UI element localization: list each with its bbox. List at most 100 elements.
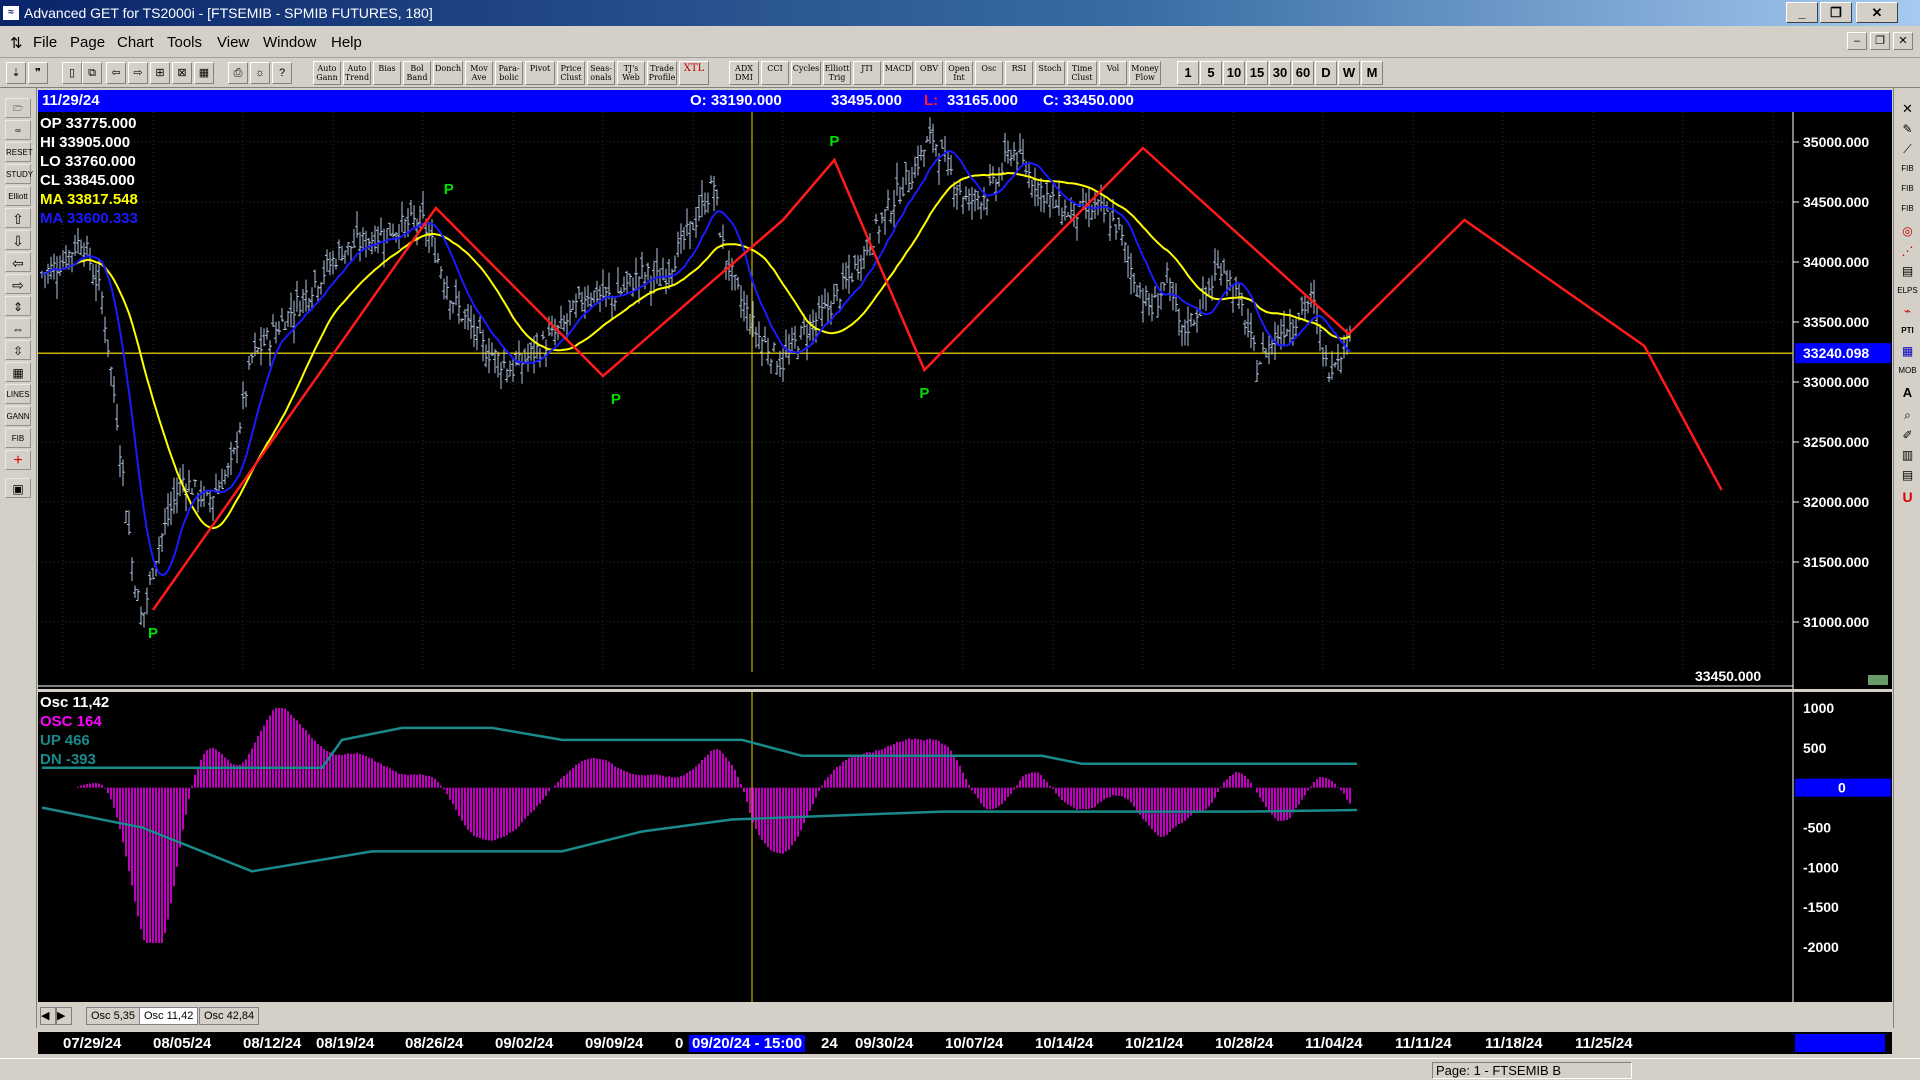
- magnify-icon[interactable]: ⌕: [1897, 406, 1918, 424]
- back-icon[interactable]: ⇦: [106, 62, 126, 84]
- reset-icon[interactable]: RESET: [5, 142, 33, 162]
- fib-icon[interactable]: FIB: [5, 428, 31, 448]
- tool-auto-gann[interactable]: Auto Gann: [313, 61, 341, 85]
- channel-icon[interactable]: ▤: [1897, 262, 1918, 280]
- tab-osc-42-84[interactable]: Osc 42,84: [199, 1007, 260, 1025]
- tool-donch[interactable]: Donch: [433, 61, 463, 85]
- elliott-icon[interactable]: Elliott: [5, 186, 31, 206]
- ellipse-icon[interactable]: ELPS: [1897, 282, 1918, 300]
- gann-icon[interactable]: GANN: [5, 406, 31, 426]
- table-icon[interactable]: ▦: [5, 362, 31, 382]
- tool-osc[interactable]: Osc: [975, 61, 1003, 85]
- notes-icon[interactable]: ▤: [1897, 466, 1918, 484]
- print-icon[interactable]: ⎙: [228, 62, 248, 84]
- trendline-icon[interactable]: ⟋: [1897, 140, 1918, 158]
- spiral-icon[interactable]: ◎: [1897, 222, 1918, 240]
- menu-chart[interactable]: Chart: [117, 34, 154, 51]
- menu-help[interactable]: Help: [331, 34, 362, 51]
- tool-adx-dmi[interactable]: ADX DMI: [729, 61, 759, 85]
- mdi-close-button[interactable]: ✕: [1893, 32, 1913, 50]
- tool-obv[interactable]: OBV: [915, 61, 943, 85]
- tool-cci[interactable]: CCI: [761, 61, 789, 85]
- tool-tjs-web[interactable]: TJ's Web: [617, 61, 645, 85]
- marker-icon[interactable]: ✐: [1897, 426, 1918, 444]
- help-icon[interactable]: ?: [272, 62, 292, 84]
- oscillator-panel[interactable]: 1000 500 0 -500 -1000 -1500 -2000 Osc 11,42 OS…: [38, 692, 1892, 1002]
- grid-icon[interactable]: ▦: [194, 62, 214, 84]
- tool-price-clust[interactable]: Price Clust: [557, 61, 585, 85]
- calculator-icon[interactable]: ▥: [1897, 446, 1918, 464]
- tool-parabolic[interactable]: Para- bolic: [495, 61, 523, 85]
- new-page-icon[interactable]: ▯: [62, 62, 82, 84]
- price-chart-svg[interactable]: 35000.000 34500.000 34000.000 33500.000 3300…: [38, 112, 1892, 689]
- tool-open-int[interactable]: Open Int: [945, 61, 973, 85]
- tool-bol-band[interactable]: Bol Band: [403, 61, 431, 85]
- pti-icon[interactable]: PTI: [1897, 322, 1918, 340]
- price-chart[interactable]: 35000.000 34500.000 34000.000 33500.000 3300…: [38, 112, 1892, 689]
- mdi-minimize-button[interactable]: –: [1847, 32, 1867, 50]
- grid-tool-icon[interactable]: ▦: [1897, 342, 1918, 360]
- app-menu-icon[interactable]: ⇅: [10, 34, 23, 52]
- menu-page[interactable]: Page: [70, 34, 105, 51]
- tool-rsi[interactable]: RSI: [1005, 61, 1033, 85]
- tool-vol[interactable]: Vol: [1099, 61, 1127, 85]
- fib-ret-icon[interactable]: FIB: [1897, 160, 1918, 178]
- timeframe-5[interactable]: 5: [1200, 61, 1222, 85]
- maximize-button[interactable]: ❐: [1820, 2, 1852, 23]
- arrow-right-icon[interactable]: ⇨: [5, 274, 31, 294]
- tool-jti[interactable]: JTI: [853, 61, 881, 85]
- arrow-left-icon[interactable]: ⇦: [5, 252, 31, 272]
- settings-icon[interactable]: ▣: [5, 478, 31, 498]
- tool-mov-ave[interactable]: Mov Ave: [465, 61, 493, 85]
- menu-view[interactable]: View: [217, 34, 249, 51]
- tool-bias[interactable]: Bias: [373, 61, 401, 85]
- minimize-button[interactable]: _: [1786, 2, 1818, 23]
- mob-icon[interactable]: MOB: [1897, 362, 1918, 380]
- binoculars-icon[interactable]: ∞: [5, 120, 31, 140]
- delete-icon[interactable]: ⊠: [172, 62, 192, 84]
- window-icon[interactable]: ⊞: [150, 62, 170, 84]
- tool-pivot[interactable]: Pivot: [525, 61, 555, 85]
- forward-icon[interactable]: ⇨: [128, 62, 148, 84]
- tool-stoch[interactable]: Stoch: [1035, 61, 1065, 85]
- tool-time-clust[interactable]: Time Clust: [1067, 61, 1097, 85]
- compress-icon[interactable]: ⇕: [5, 296, 31, 316]
- pin-icon[interactable]: ⇣: [6, 62, 26, 84]
- menu-window[interactable]: Window: [263, 34, 316, 51]
- timeframe-15[interactable]: 15: [1246, 61, 1268, 85]
- copy-icon[interactable]: ⧉: [82, 62, 102, 84]
- tool-macd[interactable]: MACD: [883, 61, 913, 85]
- study-icon[interactable]: STUDY: [5, 164, 33, 184]
- menu-file[interactable]: File: [33, 34, 57, 51]
- arrow-down-icon[interactable]: ⇩: [5, 230, 31, 250]
- fan-icon[interactable]: ⋰: [1897, 242, 1918, 260]
- close-button[interactable]: ✕: [1856, 2, 1898, 23]
- tab-osc-5-35[interactable]: Osc 5,35: [86, 1007, 141, 1025]
- mdi-restore-button[interactable]: ❐: [1870, 32, 1890, 50]
- undo-icon[interactable]: U: [1897, 488, 1918, 506]
- quote-icon[interactable]: ❞: [28, 62, 48, 84]
- bulb-icon[interactable]: ☼: [250, 62, 270, 84]
- text-tool-icon[interactable]: A: [1897, 384, 1918, 402]
- timeframe-30[interactable]: 30: [1269, 61, 1291, 85]
- arrow-up-icon[interactable]: ⇧: [5, 208, 31, 228]
- tool-trade-profile[interactable]: Trade Profile: [647, 61, 677, 85]
- tab-scroll-right-icon[interactable]: ▶: [56, 1007, 72, 1025]
- tool-money-flow[interactable]: Money Flow: [1129, 61, 1161, 85]
- oscillator-svg[interactable]: 1000 500 0 -500 -1000 -1500 -2000: [38, 692, 1892, 1002]
- tab-osc-11-42[interactable]: Osc 11,42: [139, 1007, 199, 1025]
- timeframe-weekly[interactable]: W: [1338, 61, 1360, 85]
- tab-scroll-left-icon[interactable]: ◀: [40, 1007, 56, 1025]
- timeframe-10[interactable]: 10: [1223, 61, 1245, 85]
- menu-tools[interactable]: Tools: [167, 34, 202, 51]
- projection-icon[interactable]: ⌁: [1897, 302, 1918, 320]
- tool-elliott-trig[interactable]: Elliott Trig: [823, 61, 851, 85]
- fib-time-icon[interactable]: FIB: [1897, 200, 1918, 218]
- zoom-icon[interactable]: ⇳: [5, 340, 31, 360]
- fib-ext-icon[interactable]: FIB: [1897, 180, 1918, 198]
- timeframe-monthly[interactable]: M: [1361, 61, 1383, 85]
- tool-cycles[interactable]: Cycles: [791, 61, 821, 85]
- timeframe-1[interactable]: 1: [1177, 61, 1199, 85]
- crosshair-icon[interactable]: +: [5, 450, 31, 470]
- timeframe-60[interactable]: 60: [1292, 61, 1314, 85]
